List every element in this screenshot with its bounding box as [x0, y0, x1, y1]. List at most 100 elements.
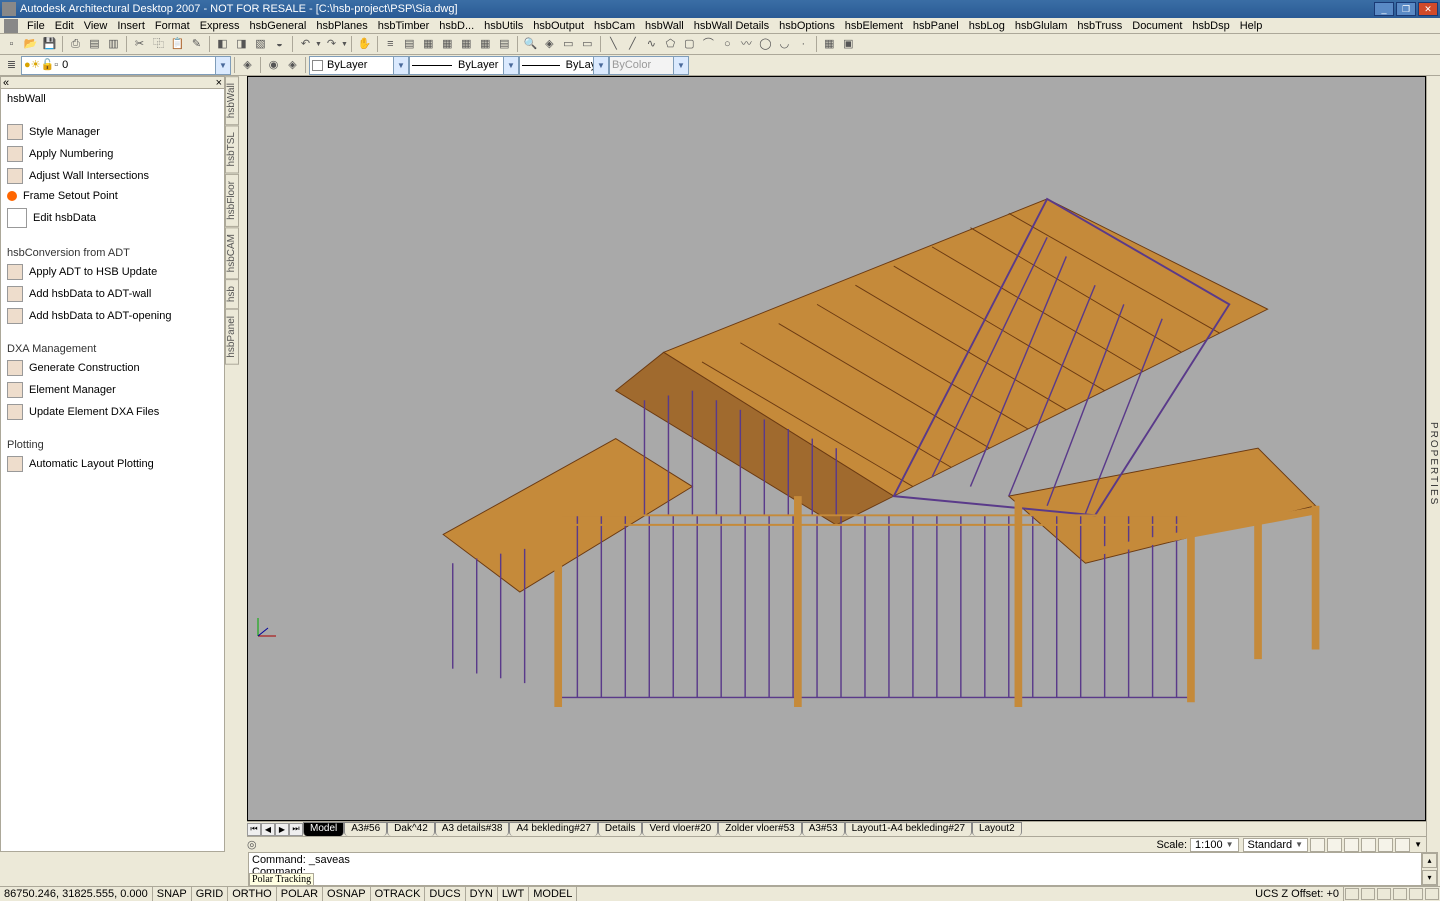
cut-button[interactable]: ✂: [130, 35, 149, 54]
palette-item-add-opening[interactable]: Add hsbData to ADT-opening: [1, 305, 224, 327]
line-tool[interactable]: ╲: [604, 35, 623, 54]
pline-tool[interactable]: ∿: [642, 35, 661, 54]
status-icon[interactable]: [1377, 888, 1391, 900]
toggle-snap[interactable]: SNAP: [153, 887, 192, 901]
toggle-polar[interactable]: POLAR: [277, 887, 323, 901]
menu-view[interactable]: View: [79, 20, 113, 32]
chevron-down-icon[interactable]: ▼: [593, 57, 608, 74]
toggle-otrack[interactable]: OTRACK: [371, 887, 426, 901]
match-button[interactable]: ✎: [187, 35, 206, 54]
color-button[interactable]: ◉: [264, 56, 283, 75]
status-icon[interactable]: [1393, 888, 1407, 900]
palette-item-apply-adt[interactable]: Apply ADT to HSB Update: [1, 261, 224, 283]
earc-tool[interactable]: ◡: [775, 35, 794, 54]
xref-button[interactable]: ◨: [232, 35, 251, 54]
line2-tool[interactable]: ╱: [623, 35, 642, 54]
preview-button[interactable]: ▤: [85, 35, 104, 54]
properties-strip[interactable]: PROPERTIES: [1426, 76, 1440, 852]
tb10-icon[interactable]: ▭: [578, 35, 597, 54]
menu-hsbutils[interactable]: hsbUtils: [479, 20, 528, 32]
layout-tab[interactable]: Details: [598, 822, 643, 836]
menu-file[interactable]: File: [22, 20, 50, 32]
block-button[interactable]: ◧: [213, 35, 232, 54]
vtab-hsbwall[interactable]: hsbWall: [225, 76, 239, 125]
palette-item-generate[interactable]: Generate Construction: [1, 357, 224, 379]
menu-hsblog[interactable]: hsbLog: [964, 20, 1010, 32]
menu-hsbd[interactable]: hsbD...: [434, 20, 479, 32]
display-icon[interactable]: [1378, 838, 1393, 852]
tb3-icon[interactable]: ▦: [419, 35, 438, 54]
pan-button[interactable]: ✋: [355, 35, 374, 54]
menu-hsbtruss[interactable]: hsbTruss: [1072, 20, 1127, 32]
menu-hsbpanel[interactable]: hsbPanel: [908, 20, 964, 32]
toggle-grid[interactable]: GRID: [192, 887, 229, 901]
tab-next-button[interactable]: ▶: [275, 823, 289, 836]
menu-hsbelement[interactable]: hsbElement: [840, 20, 908, 32]
chevron-down-icon[interactable]: ▼: [503, 57, 518, 74]
display-icon[interactable]: [1310, 838, 1325, 852]
anno-combo[interactable]: Standard▼: [1243, 838, 1309, 852]
vtab-hsbtsl[interactable]: hsbTSL: [225, 125, 239, 173]
layer-misc-button[interactable]: ◈: [238, 56, 257, 75]
purge-button[interactable]: ◒: [270, 35, 289, 54]
tb4-icon[interactable]: ▦: [438, 35, 457, 54]
copy-button[interactable]: ⿻: [149, 35, 168, 54]
layout-tab[interactable]: Verd vloer#20: [642, 822, 718, 836]
layout-tab[interactable]: A3#56: [344, 822, 387, 836]
menu-hsbcam[interactable]: hsbCam: [589, 20, 640, 32]
tb1-icon[interactable]: ≡: [381, 35, 400, 54]
polygon-tool[interactable]: ⬠: [661, 35, 680, 54]
palette-item-frame-setout[interactable]: Frame Setout Point: [1, 187, 224, 205]
chevron-down-icon[interactable]: ▼: [315, 41, 322, 48]
status-grip-icon[interactable]: [1425, 888, 1439, 900]
tb8-icon[interactable]: ◈: [540, 35, 559, 54]
chevron-down-icon[interactable]: ▼: [393, 57, 408, 74]
ltype-button[interactable]: ◈: [283, 56, 302, 75]
toggle-osnap[interactable]: OSNAP: [323, 887, 371, 901]
hatch-tool[interactable]: ▦: [820, 35, 839, 54]
layout-tab-model[interactable]: Model: [303, 822, 344, 836]
layout-tab[interactable]: A3#53: [802, 822, 845, 836]
region-tool[interactable]: ▣: [839, 35, 858, 54]
palette-item-apply-numbering[interactable]: Apply Numbering: [1, 143, 224, 165]
image-button[interactable]: ▧: [251, 35, 270, 54]
vtab-hsbcam[interactable]: hsbCAM: [225, 227, 239, 279]
vtab-hsbpanel[interactable]: hsbPanel: [225, 309, 239, 365]
save-button[interactable]: 💾: [40, 35, 59, 54]
menu-hsbglulam[interactable]: hsbGlulam: [1010, 20, 1073, 32]
menu-hsbgeneral[interactable]: hsbGeneral: [244, 20, 311, 32]
command-window[interactable]: Command: _saveas Command: Polar Tracking…: [248, 852, 1438, 886]
tab-prev-button[interactable]: ◀: [261, 823, 275, 836]
menu-hsbtimber[interactable]: hsbTimber: [373, 20, 435, 32]
tb6-icon[interactable]: ▦: [476, 35, 495, 54]
tab-last-button[interactable]: ⏭: [289, 823, 303, 836]
scroll-down-icon[interactable]: ▾: [1422, 870, 1437, 885]
undo-button[interactable]: ↶: [296, 35, 315, 54]
paste-button[interactable]: 📋: [168, 35, 187, 54]
tb9-icon[interactable]: ▭: [559, 35, 578, 54]
menu-hsboutput[interactable]: hsbOutput: [528, 20, 589, 32]
layout-tab[interactable]: Layout1-A4 bekleding#27: [845, 822, 972, 836]
toggle-lwt[interactable]: LWT: [498, 887, 529, 901]
menu-hsbwall[interactable]: hsbWall: [640, 20, 689, 32]
toggle-dyn[interactable]: DYN: [466, 887, 498, 901]
vtab-hsb[interactable]: hsb: [225, 279, 239, 309]
palette-item-edit-hsbdata[interactable]: Edit hsbData: [1, 205, 224, 231]
palette-item-auto-plot[interactable]: Automatic Layout Plotting: [1, 453, 224, 475]
scroll-up-icon[interactable]: ▴: [1422, 853, 1437, 868]
palette-item-style-manager[interactable]: Style Manager: [1, 121, 224, 143]
menu-help[interactable]: Help: [1235, 20, 1268, 32]
rect-tool[interactable]: ▢: [680, 35, 699, 54]
status-icon[interactable]: [1409, 888, 1423, 900]
layout-tab[interactable]: A4 bekleding#27: [509, 822, 598, 836]
tab-first-button[interactable]: ⏮: [247, 823, 261, 836]
circle-tool[interactable]: ○: [718, 35, 737, 54]
maximize-button[interactable]: ❐: [1396, 2, 1416, 16]
new-button[interactable]: ▫: [2, 35, 21, 54]
tb5-icon[interactable]: ▦: [457, 35, 476, 54]
menu-hsbdsp[interactable]: hsbDsp: [1187, 20, 1234, 32]
toggle-ducs[interactable]: DUCS: [425, 887, 465, 901]
arc-tool[interactable]: ⌒: [699, 35, 718, 54]
toggle-ortho[interactable]: ORTHO: [228, 887, 277, 901]
menu-format[interactable]: Format: [150, 20, 195, 32]
